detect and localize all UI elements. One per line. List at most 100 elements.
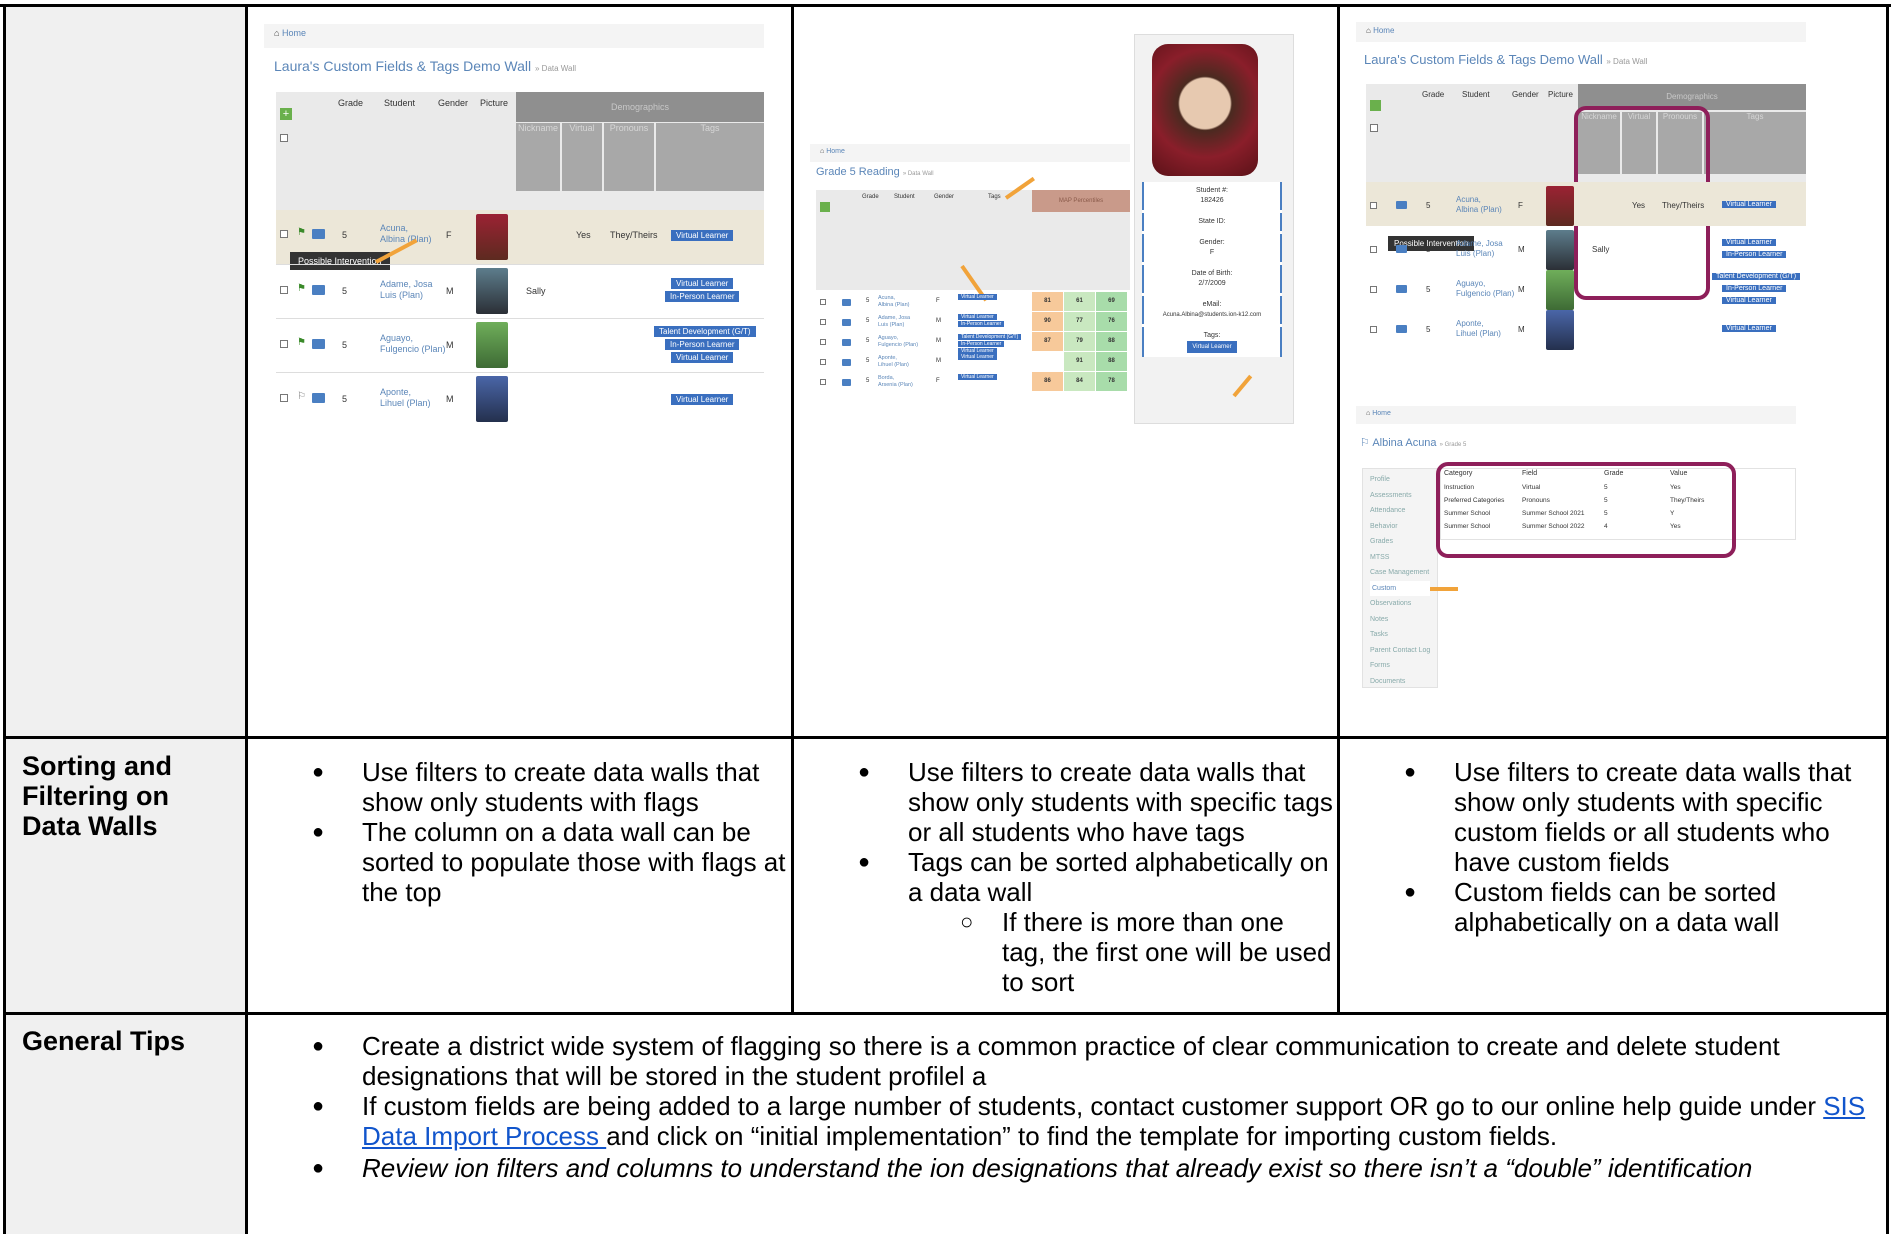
chart-icon[interactable] — [1396, 285, 1407, 293]
student-link[interactable]: Aponte, Lihuel (Plan) — [878, 355, 909, 369]
row-checkbox[interactable] — [820, 339, 826, 345]
sorting-col3: Use filters to create data walls that sh… — [1342, 757, 1886, 937]
student-link[interactable]: Adame, Josa Luis (Plan) — [380, 279, 433, 301]
student-link[interactable]: Borda, Arsenia (Plan) — [878, 375, 913, 389]
flag-icon[interactable]: ⚑ — [297, 337, 306, 348]
side-menu-item[interactable]: Behavior — [1370, 519, 1398, 535]
student-link[interactable]: Aguayo, Fulgencio (Plan) — [878, 335, 918, 349]
student-link[interactable]: Aguayo, Fulgencio (Plan) — [380, 333, 446, 355]
tag-badge: Virtual Learner — [958, 374, 997, 380]
tag-badge: Virtual Learner — [958, 294, 997, 300]
custom-cell: Yes — [1670, 484, 1681, 491]
add-icon[interactable]: + — [280, 108, 292, 120]
student-link[interactable]: Acuna, Albina (Plan) — [878, 295, 910, 309]
chart-icon[interactable] — [842, 339, 851, 346]
chart-icon[interactable] — [1396, 201, 1407, 209]
score-cell: 79 — [1064, 332, 1095, 351]
student-link[interactable]: Aponte, Lihuel (Plan) — [380, 387, 431, 409]
row-grade: 5 — [342, 394, 348, 404]
tag-badge: Virtual Learner — [671, 278, 734, 289]
bullet-item: Tags can be sorted alphabetically on a d… — [796, 847, 1334, 907]
student-link[interactable]: Acuna, Albina (Plan) — [1456, 195, 1502, 215]
screenshot-data-wall-tags: ⌂ Home Grade 5 Reading » Data Wall Grade… — [810, 34, 1294, 424]
flag-icon[interactable]: ⚑ — [297, 283, 306, 294]
tag-badge: Virtual Learner — [671, 352, 734, 363]
row-checkbox[interactable] — [1370, 326, 1377, 333]
custom-cell: They/Theirs — [1670, 497, 1705, 504]
row-checkbox[interactable] — [820, 299, 826, 305]
student-link[interactable]: Aponte, Lihuel (Plan) — [1456, 319, 1501, 339]
side-menu-item[interactable]: Documents — [1370, 674, 1405, 690]
chart-icon[interactable] — [1396, 325, 1407, 333]
row-checkbox[interactable] — [1370, 286, 1377, 293]
tag-badge: Virtual Learner — [958, 314, 997, 320]
tag-badge: Virtual Learner — [958, 354, 997, 360]
col-grade: Grade — [1422, 90, 1445, 99]
custom-cell: Summer School — [1444, 523, 1491, 530]
row-checkbox[interactable] — [1370, 202, 1377, 209]
score-cell: 86 — [1032, 372, 1063, 391]
student-link[interactable]: Acuna, Albina (Plan) — [380, 223, 432, 245]
chart-icon[interactable] — [1396, 245, 1407, 253]
custom-col-header: Value — [1670, 470, 1688, 477]
row-gender: M — [936, 338, 941, 344]
row-checkbox[interactable] — [820, 359, 826, 365]
side-menu-item[interactable]: MTSS — [1370, 550, 1389, 566]
chart-icon[interactable] — [312, 285, 325, 295]
side-menu-item[interactable]: Tasks — [1370, 627, 1388, 643]
side-menu-item[interactable]: Case Management — [1370, 565, 1429, 581]
flag-icon[interactable]: ⚑ — [297, 227, 306, 238]
side-menu-item[interactable]: Custom — [1370, 580, 1430, 596]
chart-icon[interactable] — [312, 229, 325, 239]
row-checkbox[interactable] — [280, 340, 288, 348]
flag-outline-icon[interactable]: ⚐ — [297, 391, 306, 402]
col-tags: Tags — [656, 123, 764, 191]
row-checkbox[interactable] — [1370, 246, 1377, 253]
chart-icon[interactable] — [842, 379, 851, 386]
chart-icon[interactable] — [842, 359, 851, 366]
row-grade: 5 — [866, 378, 870, 384]
select-all-checkbox[interactable] — [1370, 124, 1378, 132]
score-cell: 77 — [1064, 312, 1095, 331]
row-gender: F — [936, 378, 940, 384]
screenshot-data-wall-flags: ⌂ Home Laura's Custom Fields & Tags Demo… — [264, 24, 766, 444]
score-cell: 76 — [1096, 312, 1127, 331]
side-menu-item[interactable]: Grades — [1370, 534, 1393, 550]
side-menu-item[interactable]: Notes — [1370, 612, 1388, 628]
student-link[interactable]: Aguayo, Fulgencio (Plan) — [1456, 279, 1514, 299]
row-virtual: Yes — [576, 230, 591, 240]
side-menu-item[interactable]: Parent Contact Log — [1370, 643, 1430, 659]
student-link[interactable]: Adame, Josa Luis (Plan) — [878, 315, 910, 329]
side-menu-item[interactable]: Forms — [1370, 658, 1390, 674]
score-cell: 88 — [1096, 352, 1127, 371]
row-grade: 5 — [1426, 245, 1431, 254]
chart-icon[interactable] — [842, 319, 851, 326]
side-menu-item[interactable]: Assessments — [1370, 488, 1412, 504]
row-checkbox[interactable] — [280, 230, 288, 238]
col-tags: Tags — [1704, 112, 1806, 174]
add-icon[interactable] — [1370, 100, 1381, 111]
add-icon[interactable] — [820, 202, 830, 212]
col-gender: Gender — [438, 98, 469, 108]
chart-icon[interactable] — [312, 339, 325, 349]
row-checkbox[interactable] — [280, 394, 288, 402]
bullet-item: Custom fields can be sorted alphabetical… — [1342, 877, 1886, 937]
breadcrumb: ⌂ Home — [264, 24, 764, 48]
student-link[interactable]: Adame, Josa Luis (Plan) — [1456, 239, 1503, 259]
bullet-item: Use filters to create data walls that sh… — [796, 757, 1334, 847]
table-row — [276, 264, 764, 265]
tips-content: Create a district wide system of flaggin… — [250, 1031, 1886, 1183]
row-checkbox[interactable] — [280, 286, 288, 294]
score-cell: 81 — [1032, 292, 1063, 311]
sorting-col1: Use filters to create data walls that sh… — [250, 757, 788, 907]
row-checkbox[interactable] — [820, 379, 826, 385]
chart-icon[interactable] — [312, 393, 325, 403]
col-demographics: Demographics — [516, 92, 764, 122]
side-menu-item[interactable]: Profile — [1370, 472, 1390, 488]
border-col1 — [245, 4, 248, 1234]
row-checkbox[interactable] — [820, 319, 826, 325]
side-menu-item[interactable]: Observations — [1370, 596, 1411, 612]
select-all-checkbox[interactable] — [280, 134, 288, 142]
chart-icon[interactable] — [842, 299, 851, 306]
side-menu-item[interactable]: Attendance — [1370, 503, 1405, 519]
